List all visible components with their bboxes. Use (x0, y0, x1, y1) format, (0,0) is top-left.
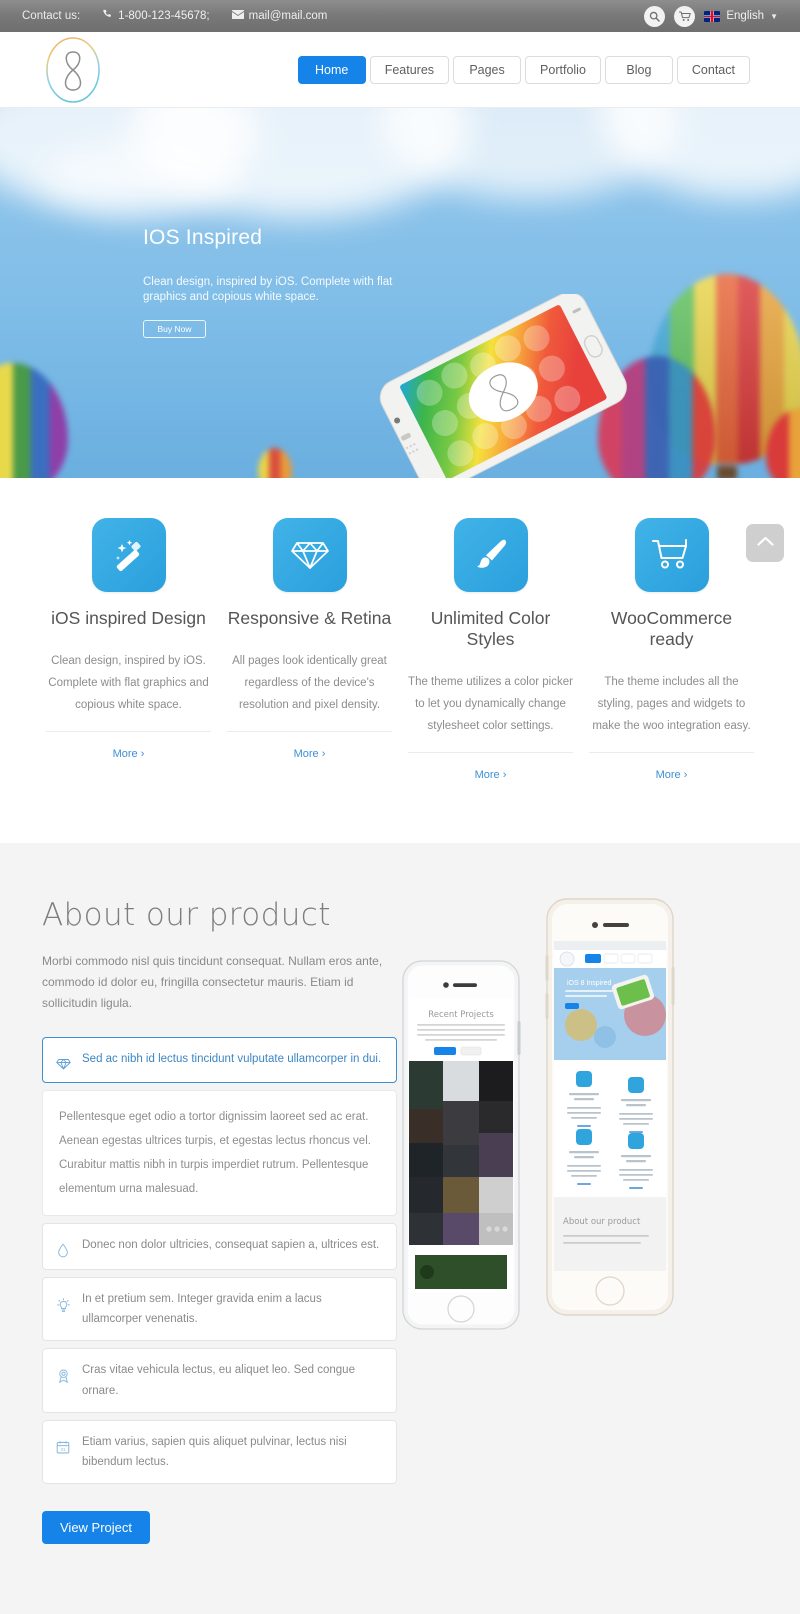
page-root: Contact us: 1-800-123-45678; mail@mail.c… (0, 0, 800, 1614)
accordion-item[interactable]: 31 Etiam varius, sapien quis aliquet pul… (42, 1419, 397, 1484)
accordion-item[interactable]: Cras vitae vehicula lectus, eu aliquet l… (42, 1348, 397, 1413)
svg-text:Recent Projects: Recent Projects (428, 1010, 494, 1020)
search-icon[interactable] (644, 5, 666, 27)
nav-item-blog[interactable]: Blog (604, 55, 673, 84)
site-header: Home Features Pages Portfolio Blog Conta… (0, 32, 800, 108)
feature-description: The theme includes all the styling, page… (592, 676, 751, 732)
about-title: About our product (42, 896, 331, 933)
svg-text:iOS 8 Inspired: iOS 8 Inspired (567, 980, 611, 987)
feature-description: The theme utilizes a color picker to let… (408, 676, 573, 732)
phone-link[interactable]: 1-800-123-45678; (102, 9, 210, 23)
svg-text:About our product: About our product (563, 1217, 641, 1227)
feature-title: iOS inspired Design (51, 608, 206, 628)
nav-item-portfolio[interactable]: Portfolio (525, 55, 601, 84)
language-selector[interactable]: English ▼ (704, 10, 778, 22)
magic-wand-icon (91, 518, 166, 592)
nav-item-features[interactable]: Features (369, 55, 450, 84)
top-contact-bar: Contact us: 1-800-123-45678; mail@mail.c… (0, 0, 800, 32)
feature-more-wrap: More › (589, 751, 754, 783)
main-navigation: Home Features Pages Portfolio Blog Conta… (294, 55, 780, 84)
phone-number: 1-800-123-45678; (118, 10, 210, 22)
hero-banner: IOS Inspired Clean design, inspired by i… (0, 108, 800, 478)
email-address: mail@mail.com (248, 10, 328, 22)
feature-card: WooCommerce ready The theme includes all… (581, 518, 762, 783)
about-paragraph: Morbi commodo nisl quis tincidunt conseq… (42, 953, 383, 1011)
cloud-shape (40, 138, 240, 218)
scroll-to-top-button[interactable] (746, 524, 784, 562)
feature-more-link[interactable]: More › (294, 748, 326, 760)
accordion-item-text: Cras vitae vehicula lectus, eu aliquet l… (82, 1364, 355, 1397)
phone-mockup-right: iOS 8 Inspired About our product (545, 897, 675, 1322)
features-section: iOS inspired Design Clean design, inspir… (0, 478, 800, 843)
diamond-icon (272, 518, 347, 592)
hot-air-balloon (766, 408, 800, 478)
accordion-item-text: Sed ac nibh id lectus tincidunt vulputat… (82, 1052, 382, 1065)
accordion-item[interactable]: Donec non dolor ultricies, consequat sap… (42, 1223, 397, 1271)
feature-title: Unlimited Color Styles (430, 608, 551, 649)
accordion-item-text: Etiam varius, sapien quis aliquet pulvin… (82, 1435, 347, 1468)
shopping-cart-icon (634, 518, 709, 592)
feature-description: Clean design, inspired by iOS. Complete … (48, 655, 209, 711)
accordion-item-text: In et pretium sem. Integer gravida enim … (82, 1293, 322, 1326)
nav-item-contact[interactable]: Contact (676, 55, 750, 84)
cart-icon[interactable] (674, 5, 696, 27)
svg-text:31: 31 (60, 1447, 66, 1452)
feature-more-wrap: More › (408, 751, 573, 783)
mail-icon (231, 9, 244, 23)
email-link[interactable]: mail@mail.com (231, 9, 328, 23)
award-ribbon-icon (53, 1360, 73, 1384)
hero-subtitle: Clean design, inspired by iOS. Complete … (143, 276, 393, 303)
feature-title: Responsive & Retina (227, 608, 392, 628)
about-left-column: About our product Morbi commodo nisl qui… (42, 897, 397, 1544)
chevron-up-icon (756, 534, 774, 552)
nav-item-home[interactable]: Home (297, 55, 366, 84)
feature-card: Responsive & Retina All pages look ident… (219, 518, 400, 783)
about-section: About our product Morbi commodo nisl qui… (0, 842, 800, 1614)
cloud-shape (600, 108, 800, 198)
feature-card: Unlimited Color Styles The theme utilize… (400, 518, 581, 783)
hero-title: IOS Inspired (143, 226, 263, 249)
phone-mockup-left: Recent Projects (401, 959, 521, 1379)
about-phones-illustration: iOS 8 Inspired About our product Recent … (397, 897, 758, 1544)
lightbulb-icon (53, 1289, 73, 1313)
feature-card: iOS inspired Design Clean design, inspir… (38, 518, 219, 783)
topbar-contact-group: Contact us: 1-800-123-45678; mail@mail.c… (22, 9, 327, 23)
diamond-icon (53, 1049, 73, 1071)
uk-flag-icon (704, 10, 721, 22)
contact-us-label: Contact us: (22, 10, 81, 22)
feature-more-link[interactable]: More › (113, 748, 145, 760)
accordion: Sed ac nibh id lectus tincidunt vulputat… (42, 1036, 397, 1484)
hero-content: IOS Inspired Clean design, inspired by i… (143, 226, 423, 339)
view-project-button[interactable]: View Project (42, 1510, 151, 1544)
feature-description: All pages look identically great regardl… (232, 655, 387, 711)
feature-more-wrap: More › (46, 730, 211, 762)
accordion-item[interactable]: In et pretium sem. Integer gravida enim … (42, 1277, 397, 1342)
topbar-tools-group: English ▼ (644, 5, 778, 27)
language-label: English (726, 10, 765, 22)
feature-more-wrap: More › (227, 730, 392, 762)
accordion-item[interactable]: Sed ac nibh id lectus tincidunt vulputat… (42, 1036, 397, 1083)
accordion-item-text: Donec non dolor ultricies, consequat sap… (82, 1239, 380, 1252)
phone-icon (102, 9, 113, 23)
water-drop-icon (53, 1235, 73, 1258)
paintbrush-icon (453, 518, 528, 592)
hot-air-balloon (258, 448, 292, 478)
feature-title: WooCommerce ready (610, 608, 733, 649)
buy-now-button[interactable]: Buy Now (143, 320, 206, 339)
site-logo[interactable] (42, 35, 104, 105)
calendar-icon: 31 (53, 1432, 73, 1454)
hot-air-balloon (0, 363, 68, 478)
feature-more-link[interactable]: More › (475, 769, 507, 781)
nav-item-pages[interactable]: Pages (453, 55, 522, 84)
accordion-panel-body: Pellentesque eget odio a tortor dignissi… (42, 1089, 397, 1217)
chevron-down-icon: ▼ (770, 11, 778, 21)
feature-more-link[interactable]: More › (656, 769, 688, 781)
